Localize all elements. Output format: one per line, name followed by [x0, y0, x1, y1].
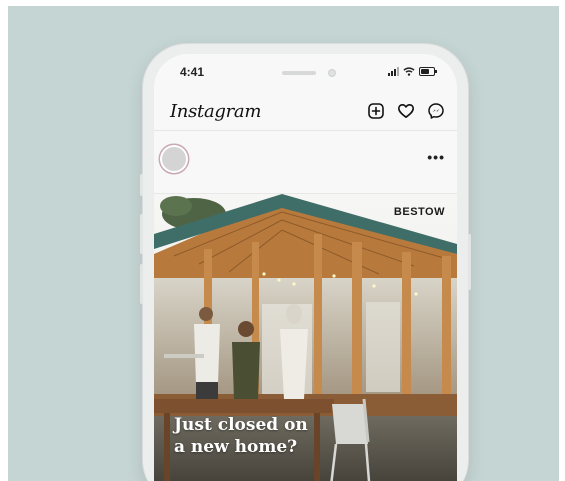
post-image[interactable]: BESTOW Just closed on a new home? [154, 194, 457, 481]
heart-icon[interactable] [397, 102, 415, 120]
instagram-header: Instagram [154, 94, 457, 131]
brand-logo: BESTOW [393, 206, 445, 218]
caption-line-1: Just closed on [174, 415, 308, 435]
battery-icon [419, 67, 437, 76]
signal-icon [388, 67, 399, 76]
caption-line-2: a new home? [174, 437, 298, 457]
status-icons [388, 67, 437, 76]
post-header: ••• [154, 131, 457, 194]
instagram-logo[interactable]: Instagram [170, 101, 261, 122]
avatar[interactable] [162, 147, 186, 171]
wifi-icon [403, 67, 415, 76]
background: 4:41 Instagram ••• BESTOW Just closed on… [8, 6, 559, 481]
phone-frame: 4:41 Instagram ••• BESTOW Just closed on… [140, 44, 471, 481]
front-camera [328, 69, 336, 77]
phone-screen: 4:41 Instagram ••• BESTOW Just closed on… [154, 54, 457, 481]
phone-volume-up-button [140, 214, 143, 254]
messenger-icon[interactable] [427, 102, 445, 120]
post-caption: Just closed on a new home? [174, 414, 308, 458]
more-options-icon[interactable]: ••• [427, 149, 445, 165]
earpiece-speaker [282, 71, 316, 75]
phone-volume-down-button [140, 264, 143, 304]
phone-side-button [140, 174, 143, 196]
add-post-icon[interactable] [367, 102, 385, 120]
status-bar: 4:41 [154, 54, 457, 88]
phone-power-button [468, 234, 471, 290]
status-time: 4:41 [180, 65, 205, 79]
header-actions [367, 102, 445, 120]
